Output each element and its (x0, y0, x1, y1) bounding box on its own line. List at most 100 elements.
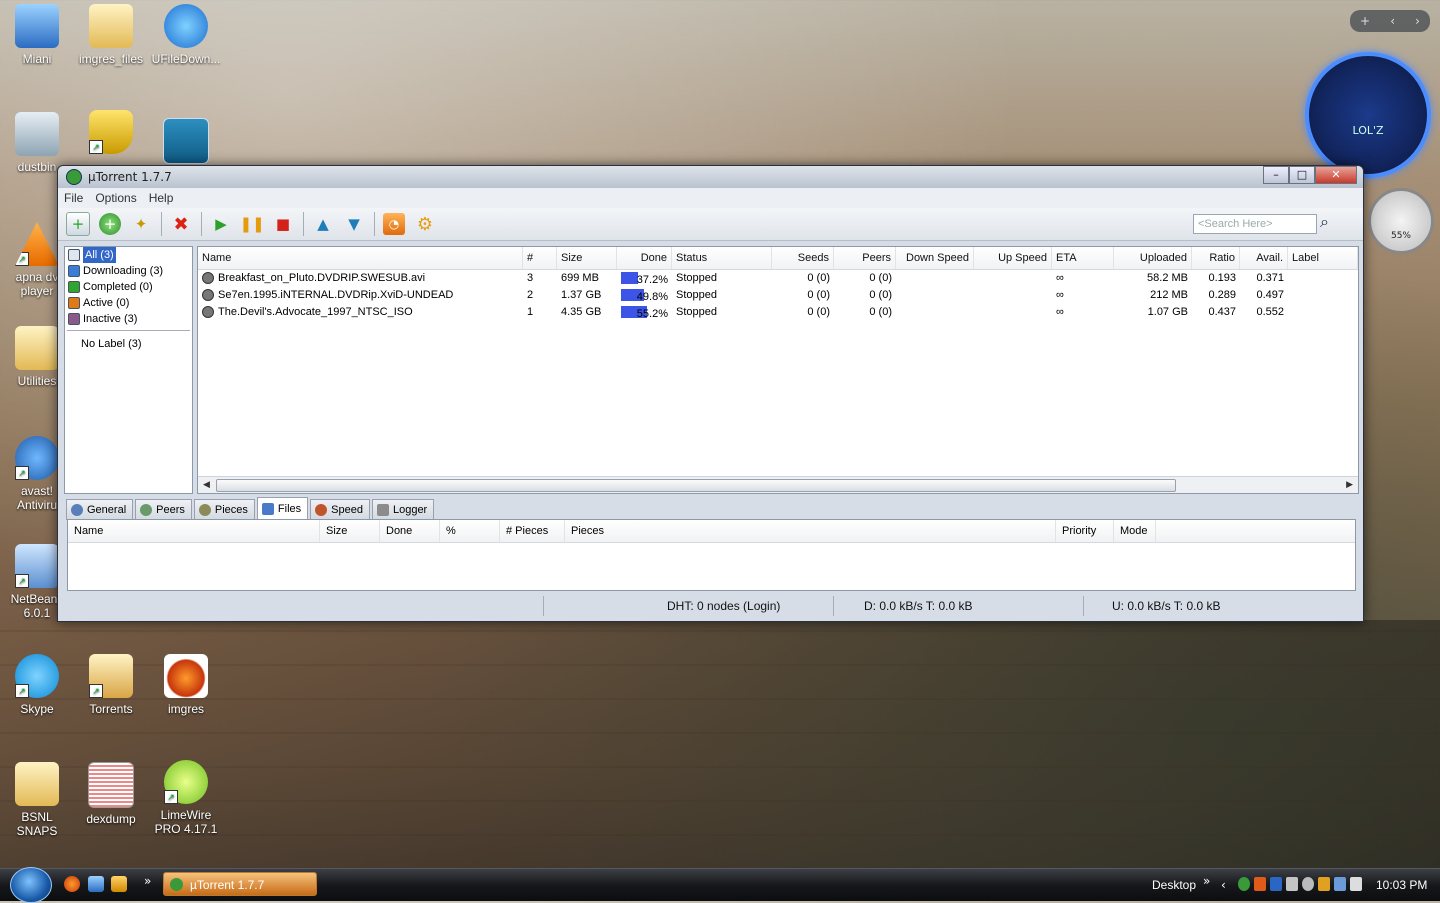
desktop-icon-shortcut-shield[interactable]: ↗ (75, 110, 147, 158)
scroll-right-arrow-icon[interactable]: ▶ (1346, 477, 1353, 493)
utorrent-tray-icon[interactable] (1238, 877, 1250, 891)
menu-file[interactable]: File (64, 191, 83, 205)
network-tray-icon[interactable] (1334, 877, 1346, 891)
menu-options[interactable]: Options (95, 191, 136, 205)
column-header-number[interactable]: # (523, 247, 557, 269)
volume-tray-icon[interactable] (1350, 877, 1362, 891)
gadget-toolbar[interactable]: + ‹ › (1350, 10, 1430, 32)
category-active[interactable]: Active (0) (65, 295, 192, 311)
column-header-down-speed[interactable]: Down Speed (896, 247, 974, 269)
search-icon[interactable]: ⌕ (1320, 212, 1344, 234)
category-downloading[interactable]: Downloading (3) (65, 263, 192, 279)
add-gadget-button[interactable]: + (1360, 14, 1370, 28)
tab-speed[interactable]: Speed (310, 499, 370, 520)
desktop-icon-bsnl-snaps[interactable]: BSNL SNAPS (1, 762, 73, 838)
app-tray-icon[interactable] (1286, 877, 1298, 891)
tab-general[interactable]: General (66, 499, 134, 520)
desktop-toolbar-overflow-icon[interactable]: » (1203, 874, 1210, 888)
scroll-left-arrow-icon[interactable]: ◀ (203, 477, 210, 493)
category-inactive[interactable]: Inactive (3) (65, 311, 192, 327)
taskbar-button-utorrent[interactable]: µTorrent 1.7.7 (163, 872, 317, 896)
show-desktop-icon[interactable] (88, 876, 104, 892)
desktop-icon-skype[interactable]: ↗ Skype (1, 654, 73, 716)
tab-files[interactable]: Files (256, 497, 309, 520)
category-all[interactable]: All (3) (65, 247, 192, 263)
security-tray-icon[interactable] (1318, 877, 1330, 891)
torrent-row[interactable]: The.Devil's.Advocate_1997_NTSC_ISO 1 4.35 … (198, 304, 1358, 321)
tab-peers[interactable]: Peers (135, 499, 192, 520)
desktop-icon-imgres[interactable]: imgres (150, 654, 222, 716)
add-torrent-icon[interactable]: + (66, 212, 90, 236)
rss-icon[interactable]: ◔ (383, 213, 405, 235)
files-column-pieces[interactable]: Pieces (565, 520, 1056, 542)
window-titlebar[interactable]: µTorrent 1.7.7 – □ ✕ (58, 166, 1363, 188)
maximize-button[interactable]: □ (1289, 166, 1315, 184)
stop-icon[interactable]: ■ (272, 213, 294, 235)
desktop-toolbar-label[interactable]: Desktop (1152, 878, 1196, 892)
torrent-size: 699 MB (561, 272, 599, 284)
files-column-name[interactable]: Name (68, 520, 320, 542)
desktop-icon-imgres-files[interactable]: imgres_files (75, 4, 147, 66)
files-column-mode[interactable]: Mode (1114, 520, 1156, 542)
horizontal-scrollbar[interactable]: ◀ ▶ (198, 476, 1358, 493)
files-column-priority[interactable]: Priority (1056, 520, 1114, 542)
tab-logger[interactable]: Logger (371, 499, 435, 520)
column-header-done[interactable]: Done (617, 247, 672, 269)
column-header-avail[interactable]: Avail. (1240, 247, 1288, 269)
create-torrent-wand-icon[interactable]: ✦ (130, 213, 152, 235)
torrent-row[interactable]: Breakfast_on_Pluto.DVDRIP.SWESUB.avi 3 699… (198, 270, 1358, 287)
column-header-ratio[interactable]: Ratio (1192, 247, 1240, 269)
label-no-label[interactable]: No Label (3) (65, 336, 192, 352)
column-header-eta[interactable]: ETA (1052, 247, 1114, 269)
move-down-queue-icon[interactable]: ▼ (343, 213, 365, 235)
desktop-icon-ufiledown[interactable]: UFileDown... (150, 4, 222, 66)
menu-help[interactable]: Help (149, 191, 174, 205)
desktop-icon-limewire[interactable]: ↗ LimeWire PRO 4.17.1 (150, 760, 222, 836)
search-input[interactable]: <Search Here> (1193, 214, 1317, 234)
column-header-seeds[interactable]: Seeds (772, 247, 834, 269)
minimize-button[interactable]: – (1263, 166, 1289, 184)
files-column-num-pieces[interactable]: # Pieces (500, 520, 565, 542)
files-column-size[interactable]: Size (320, 520, 380, 542)
add-torrent-url-icon[interactable]: + (99, 213, 121, 235)
quicklaunch-overflow-icon[interactable]: » (144, 874, 151, 888)
taskbar-clock[interactable]: 10:03 PM (1376, 878, 1427, 892)
tray-expand-icon[interactable]: ‹ (1221, 878, 1226, 892)
column-header-uploaded[interactable]: Uploaded (1114, 247, 1192, 269)
remove-torrent-icon[interactable]: ✖ (170, 213, 192, 235)
files-column-done[interactable]: Done (380, 520, 440, 542)
column-header-size[interactable]: Size (557, 247, 617, 269)
desktop-icon-screen[interactable] (150, 118, 222, 168)
torrent-done: 55.2% (617, 304, 672, 321)
move-up-queue-icon[interactable]: ▲ (312, 213, 334, 235)
desktop-icon-miani[interactable]: Miani (1, 4, 73, 66)
column-header-label[interactable]: Label (1288, 247, 1358, 269)
bluetooth-tray-icon[interactable] (1270, 877, 1282, 891)
desktop-icon-dexdump[interactable]: dexdump (75, 762, 147, 826)
start-button[interactable] (10, 867, 52, 903)
preferences-gear-icon[interactable]: ⚙ (414, 213, 436, 235)
clock-gadget[interactable]: LOL'Z (1305, 52, 1431, 178)
column-header-up-speed[interactable]: Up Speed (974, 247, 1052, 269)
cpu-meter-gadget[interactable]: 55% (1368, 188, 1434, 254)
scrollbar-thumb[interactable] (216, 479, 1176, 492)
tab-pieces[interactable]: Pieces (193, 499, 255, 520)
files-column-percent[interactable]: % (440, 520, 500, 542)
clock-tray-icon[interactable] (1302, 877, 1314, 891)
column-header-status[interactable]: Status (672, 247, 772, 269)
next-gadget-button[interactable]: › (1415, 14, 1420, 28)
desktop-icon-torrents[interactable]: ↗ Torrents (75, 654, 147, 716)
media-player-icon[interactable] (111, 876, 127, 892)
column-header-peers[interactable]: Peers (834, 247, 896, 269)
pause-icon[interactable]: ❚❚ (239, 213, 264, 235)
column-header-name[interactable]: Name (198, 247, 523, 269)
previous-gadget-button[interactable]: ‹ (1390, 14, 1395, 28)
close-button[interactable]: ✕ (1315, 166, 1357, 184)
torrent-row[interactable]: Se7en.1995.iNTERNAL.DVDRip.XviD-UNDEAD 2 1… (198, 287, 1358, 304)
category-completed[interactable]: Completed (0) (65, 279, 192, 295)
folder-icon (89, 4, 133, 48)
firefox-quicklaunch-icon[interactable] (64, 876, 80, 892)
flash-tray-icon[interactable] (1254, 877, 1266, 891)
start-icon[interactable]: ▶ (210, 213, 232, 235)
utorrent-window[interactable]: µTorrent 1.7.7 – □ ✕ File Options Help +… (57, 165, 1364, 622)
